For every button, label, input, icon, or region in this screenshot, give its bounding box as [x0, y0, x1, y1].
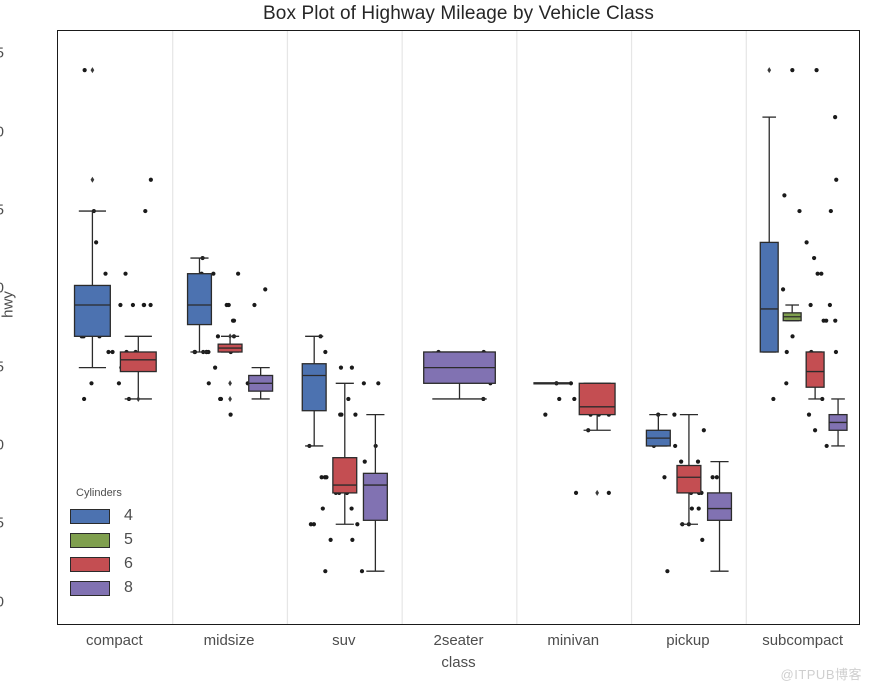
legend: Cylinders 4 5 6 8 [70, 487, 178, 600]
x-tick-label: pickup [666, 632, 710, 649]
legend-title: Cylinders [76, 487, 122, 499]
legend-entry[interactable]: 5 [70, 528, 178, 552]
figure: Box Plot of Highway Mileage by Vehicle C… [0, 0, 870, 691]
x-tick-label: 2seater [433, 632, 484, 649]
y-tick-label: 25 [0, 358, 4, 375]
x-tick-label: subcompact [762, 632, 844, 649]
legend-swatch [70, 556, 110, 572]
y-tick-label: 20 [0, 436, 4, 453]
legend-swatch [70, 532, 110, 548]
y-axis-label: hwy [0, 291, 17, 318]
x-tick-label: minivan [547, 632, 600, 649]
legend-label: 5 [124, 531, 133, 548]
y-tick-label: 15 [0, 515, 4, 532]
legend-entries: 4 5 6 8 [70, 504, 178, 600]
legend-label: 6 [124, 555, 133, 572]
legend-swatch [70, 508, 110, 524]
x-tick-label: suv [332, 632, 356, 649]
watermark: @ITPUB博客 [780, 667, 862, 682]
y-tick-label: 35 [0, 202, 4, 219]
legend-label: 4 [124, 507, 133, 524]
y-tick-label: 10 [0, 593, 4, 610]
x-tick-label: compact [85, 632, 143, 649]
legend-entry[interactable]: 8 [70, 576, 178, 600]
x-axis-label: class [441, 654, 476, 671]
y-tick-label: 40 [0, 123, 4, 140]
y-tick-label: 45 [0, 45, 4, 62]
x-tick-label: midsize [203, 632, 255, 649]
legend-label: 8 [124, 579, 133, 596]
legend-entry[interactable]: 6 [70, 552, 178, 576]
legend-swatch [70, 580, 110, 596]
legend-entry[interactable]: 4 [70, 504, 178, 528]
